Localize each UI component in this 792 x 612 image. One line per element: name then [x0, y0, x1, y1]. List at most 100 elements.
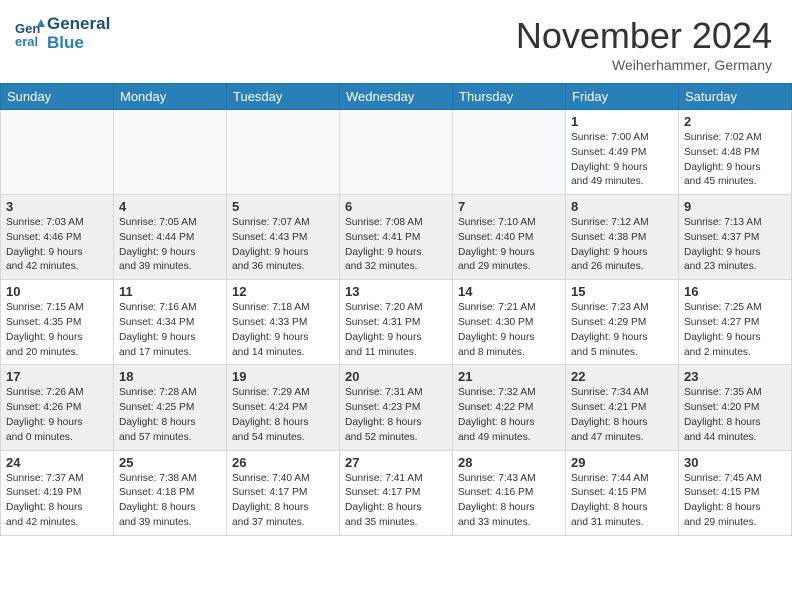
- day-info: Sunrise: 7:23 AM Sunset: 4:29 PM Dayligh…: [571, 301, 673, 360]
- month-title: November 2024: [516, 15, 772, 57]
- day-info: Sunrise: 7:20 AM Sunset: 4:31 PM Dayligh…: [345, 301, 447, 360]
- day-info: Sunrise: 7:25 AM Sunset: 4:27 PM Dayligh…: [684, 301, 786, 360]
- calendar-day-cell: 23 Sunrise: 7:35 AM Sunset: 4:20 PM Dayli…: [679, 365, 792, 450]
- calendar-day-cell: 11 Sunrise: 7:16 AM Sunset: 4:34 PM Dayli…: [114, 280, 227, 365]
- calendar-day-cell: 15 Sunrise: 7:23 AM Sunset: 4:29 PM Dayli…: [566, 280, 679, 365]
- calendar-day-cell: 7Sunrise: 7:10 AM Sunset: 4:40 PM Daylig…: [453, 195, 566, 280]
- day-number: 20: [345, 369, 447, 384]
- calendar-week-row: 24Sunrise: 7:37 AM Sunset: 4:19 PM Dayli…: [1, 450, 792, 535]
- day-number: 28: [458, 455, 560, 470]
- calendar-day-cell: 24Sunrise: 7:37 AM Sunset: 4:19 PM Dayli…: [1, 450, 114, 535]
- calendar-day-cell: 5Sunrise: 7:07 AM Sunset: 4:43 PM Daylig…: [227, 195, 340, 280]
- day-number: 3: [6, 199, 108, 214]
- calendar-day-cell: 4 Sunrise: 7:05 AM Sunset: 4:44 PM Daylig…: [114, 195, 227, 280]
- day-number: 23: [684, 369, 786, 384]
- day-info: Sunrise: 7:15 AM Sunset: 4:35 PM Dayligh…: [6, 301, 108, 360]
- day-info: Sunrise: 7:00 AM Sunset: 4:49 PM Dayligh…: [571, 131, 673, 190]
- day-number: 30: [684, 455, 786, 470]
- calendar-day-cell: 13 Sunrise: 7:20 AM Sunset: 4:31 PM Dayli…: [340, 280, 453, 365]
- day-number: 26: [232, 455, 334, 470]
- day-number: 25: [119, 455, 221, 470]
- day-info: Sunrise: 7:05 AM Sunset: 4:44 PM Dayligh…: [119, 216, 221, 275]
- day-info: Sunrise: 7:44 AM Sunset: 4:15 PM Dayligh…: [571, 472, 673, 531]
- day-info: Sunrise: 7:31 AM Sunset: 4:23 PM Dayligh…: [345, 386, 447, 445]
- calendar-day-cell: 10 Sunrise: 7:15 AM Sunset: 4:35 PM Dayli…: [1, 280, 114, 365]
- day-number: 21: [458, 369, 560, 384]
- day-info: Sunrise: 7:13 AM Sunset: 4:37 PM Dayligh…: [684, 216, 786, 275]
- day-number: 15: [571, 284, 673, 299]
- day-info: Sunrise: 7:03 AM Sunset: 4:46 PM Dayligh…: [6, 216, 108, 275]
- calendar-day-cell: 17Sunrise: 7:26 AM Sunset: 4:26 PM Dayli…: [1, 365, 114, 450]
- calendar-day-cell: 22 Sunrise: 7:34 AM Sunset: 4:21 PM Dayli…: [566, 365, 679, 450]
- logo: Gen eral General Blue: [15, 15, 110, 52]
- calendar-day-cell: 6 Sunrise: 7:08 AM Sunset: 4:41 PM Daylig…: [340, 195, 453, 280]
- calendar-day-cell: 19 Sunrise: 7:29 AM Sunset: 4:24 PM Dayli…: [227, 365, 340, 450]
- day-info: Sunrise: 7:43 AM Sunset: 4:16 PM Dayligh…: [458, 472, 560, 531]
- calendar-day-cell: 2Sunrise: 7:02 AM Sunset: 4:48 PM Daylig…: [679, 110, 792, 195]
- calendar-day-cell: [340, 110, 453, 195]
- day-info: Sunrise: 7:21 AM Sunset: 4:30 PM Dayligh…: [458, 301, 560, 360]
- calendar-day-cell: [114, 110, 227, 195]
- calendar-day-cell: [453, 110, 566, 195]
- calendar-day-cell: 16 Sunrise: 7:25 AM Sunset: 4:27 PM Dayli…: [679, 280, 792, 365]
- day-number: 11: [119, 284, 221, 299]
- calendar-day-cell: 9 Sunrise: 7:13 AM Sunset: 4:37 PM Daylig…: [679, 195, 792, 280]
- day-number: 2: [684, 114, 786, 129]
- calendar-day-cell: 29 Sunrise: 7:44 AM Sunset: 4:15 PM Dayli…: [566, 450, 679, 535]
- day-info: Sunrise: 7:08 AM Sunset: 4:41 PM Dayligh…: [345, 216, 447, 275]
- calendar-day-header: Thursday: [453, 84, 566, 110]
- day-info: Sunrise: 7:29 AM Sunset: 4:24 PM Dayligh…: [232, 386, 334, 445]
- calendar-week-row: 3 Sunrise: 7:03 AM Sunset: 4:46 PM Daylig…: [1, 195, 792, 280]
- calendar-week-row: 10 Sunrise: 7:15 AM Sunset: 4:35 PM Dayli…: [1, 280, 792, 365]
- day-number: 19: [232, 369, 334, 384]
- day-number: 1: [571, 114, 673, 129]
- day-info: Sunrise: 7:28 AM Sunset: 4:25 PM Dayligh…: [119, 386, 221, 445]
- logo-text-line2: Blue: [47, 34, 110, 53]
- day-info: Sunrise: 7:41 AM Sunset: 4:17 PM Dayligh…: [345, 472, 447, 531]
- day-number: 13: [345, 284, 447, 299]
- calendar-day-header: Sunday: [1, 84, 114, 110]
- day-info: Sunrise: 7:18 AM Sunset: 4:33 PM Dayligh…: [232, 301, 334, 360]
- day-number: 7: [458, 199, 560, 214]
- location: Weiherhammer, Germany: [516, 57, 772, 73]
- calendar-day-header: Saturday: [679, 84, 792, 110]
- page-header: Gen eral General Blue November 2024 Weih…: [0, 0, 792, 83]
- day-number: 29: [571, 455, 673, 470]
- calendar-header-row: SundayMondayTuesdayWednesdayThursdayFrid…: [1, 84, 792, 110]
- day-number: 10: [6, 284, 108, 299]
- calendar-week-row: 1 Sunrise: 7:00 AM Sunset: 4:49 PM Daylig…: [1, 110, 792, 195]
- calendar-day-cell: 28 Sunrise: 7:43 AM Sunset: 4:16 PM Dayli…: [453, 450, 566, 535]
- calendar-day-cell: 21 Sunrise: 7:32 AM Sunset: 4:22 PM Dayli…: [453, 365, 566, 450]
- day-number: 18: [119, 369, 221, 384]
- calendar-day-cell: 25 Sunrise: 7:38 AM Sunset: 4:18 PM Dayli…: [114, 450, 227, 535]
- calendar-day-header: Monday: [114, 84, 227, 110]
- day-number: 5: [232, 199, 334, 214]
- calendar-day-cell: 27 Sunrise: 7:41 AM Sunset: 4:17 PM Dayli…: [340, 450, 453, 535]
- day-info: Sunrise: 7:38 AM Sunset: 4:18 PM Dayligh…: [119, 472, 221, 531]
- day-info: Sunrise: 7:32 AM Sunset: 4:22 PM Dayligh…: [458, 386, 560, 445]
- calendar-day-cell: 8Sunrise: 7:12 AM Sunset: 4:38 PM Daylig…: [566, 195, 679, 280]
- day-info: Sunrise: 7:34 AM Sunset: 4:21 PM Dayligh…: [571, 386, 673, 445]
- day-info: Sunrise: 7:16 AM Sunset: 4:34 PM Dayligh…: [119, 301, 221, 360]
- day-number: 6: [345, 199, 447, 214]
- calendar-day-cell: 26 Sunrise: 7:40 AM Sunset: 4:17 PM Dayli…: [227, 450, 340, 535]
- day-number: 4: [119, 199, 221, 214]
- calendar-day-header: Tuesday: [227, 84, 340, 110]
- day-number: 16: [684, 284, 786, 299]
- calendar-day-cell: 3 Sunrise: 7:03 AM Sunset: 4:46 PM Daylig…: [1, 195, 114, 280]
- calendar-day-cell: 1 Sunrise: 7:00 AM Sunset: 4:49 PM Daylig…: [566, 110, 679, 195]
- calendar-table: SundayMondayTuesdayWednesdayThursdayFrid…: [0, 83, 792, 536]
- day-info: Sunrise: 7:40 AM Sunset: 4:17 PM Dayligh…: [232, 472, 334, 531]
- day-number: 9: [684, 199, 786, 214]
- day-number: 27: [345, 455, 447, 470]
- calendar-day-cell: 18 Sunrise: 7:28 AM Sunset: 4:25 PM Dayli…: [114, 365, 227, 450]
- day-number: 22: [571, 369, 673, 384]
- calendar-day-header: Friday: [566, 84, 679, 110]
- logo-text-line1: General: [47, 15, 110, 34]
- calendar-day-cell: 12Sunrise: 7:18 AM Sunset: 4:33 PM Dayli…: [227, 280, 340, 365]
- calendar-week-row: 17Sunrise: 7:26 AM Sunset: 4:26 PM Dayli…: [1, 365, 792, 450]
- calendar-day-cell: 20 Sunrise: 7:31 AM Sunset: 4:23 PM Dayli…: [340, 365, 453, 450]
- day-info: Sunrise: 7:35 AM Sunset: 4:20 PM Dayligh…: [684, 386, 786, 445]
- day-number: 8: [571, 199, 673, 214]
- calendar-day-cell: [1, 110, 114, 195]
